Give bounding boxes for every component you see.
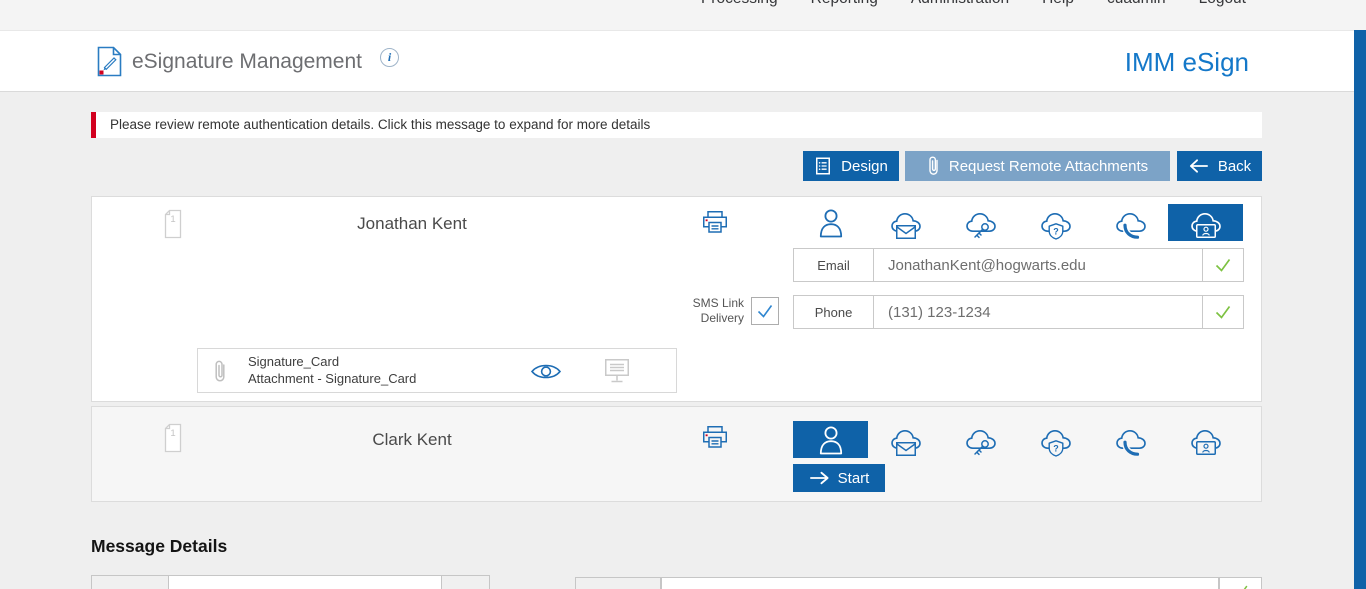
message-field-label-box (575, 577, 661, 589)
email-value-field[interactable]: JonathanKent@hogwarts.edu (874, 249, 1202, 281)
phone-label: Phone (794, 296, 874, 328)
nav-menu: Processing Reporting Administration Help… (701, 0, 1246, 8)
nav-item-logout[interactable]: Logout (1199, 0, 1246, 8)
green-check-icon (1232, 582, 1250, 589)
green-check-icon (1213, 302, 1233, 322)
message-details-heading: Message Details (91, 536, 227, 557)
brand-logo: IMM eSign (1125, 31, 1249, 93)
nav-item-help[interactable]: Help (1042, 0, 1074, 8)
signer-name: Jonathan Kent (252, 214, 572, 234)
method-cloud-security-question-icon[interactable]: ? (1018, 421, 1093, 458)
sms-link-delivery-label: SMS Link Delivery (674, 296, 744, 326)
message-field-input[interactable] (661, 577, 1219, 589)
method-cloud-phone-icon[interactable] (1093, 204, 1168, 241)
svg-text:1: 1 (170, 428, 175, 439)
signing-method-selector: ? (793, 421, 1243, 458)
paperclip-icon (927, 154, 940, 178)
signer-card-jonathan-kent: 1 Jonathan Kent (91, 196, 1262, 402)
svg-text:?: ? (1053, 226, 1059, 236)
method-in-person-icon[interactable] (793, 204, 868, 241)
message-field-addon[interactable] (441, 575, 490, 589)
method-cloud-email-icon[interactable] (868, 421, 943, 458)
info-icon[interactable]: i (380, 48, 399, 67)
preview-eye-icon[interactable] (530, 361, 562, 382)
design-document-icon (814, 156, 832, 176)
design-button[interactable]: Design (803, 151, 899, 181)
signer-card-clark-kent: 1 Clark Kent (91, 406, 1262, 502)
back-button[interactable]: Back (1177, 151, 1262, 181)
signing-method-selector: ? (793, 204, 1243, 241)
email-valid-check (1202, 248, 1244, 282)
nav-item-reporting[interactable]: Reporting (811, 0, 878, 8)
svg-text:1: 1 (170, 214, 175, 225)
method-remote-id-verification-icon[interactable] (1168, 204, 1243, 241)
print-icon[interactable] (700, 424, 730, 454)
method-cloud-key-icon[interactable] (943, 204, 1018, 241)
message-field-label-box (91, 575, 169, 589)
back-arrow-icon (1188, 158, 1209, 174)
green-check-icon (1213, 255, 1233, 275)
start-arrow-icon (809, 471, 830, 485)
esignature-document-icon (95, 45, 124, 78)
svg-text:?: ? (1053, 443, 1059, 453)
email-label: Email (794, 249, 874, 281)
method-remote-id-verification-icon[interactable] (1168, 421, 1243, 458)
start-button[interactable]: Start (793, 464, 885, 492)
phone-valid-check (1202, 295, 1244, 329)
signer-name: Clark Kent (252, 430, 572, 450)
message-field-valid-check (1219, 577, 1262, 589)
method-cloud-email-icon[interactable] (868, 204, 943, 241)
nav-item-user-cuadmin[interactable]: cuadmin (1107, 0, 1166, 8)
attachment-row-signature-card: Signature_Card Attachment - Signature_Ca… (197, 348, 677, 393)
attachment-title: Signature_Card (248, 354, 339, 369)
paperclip-icon (213, 358, 227, 385)
phone-value-field[interactable]: (131) 123-1234 (874, 296, 1202, 328)
top-navigation: Processing Reporting Administration Help… (0, 0, 1366, 30)
method-cloud-phone-icon[interactable] (1093, 421, 1168, 458)
scrollbar-thumb[interactable] (1354, 30, 1366, 589)
print-icon[interactable] (700, 209, 730, 239)
attachment-subtitle: Attachment - Signature_Card (248, 371, 416, 386)
phone-row: Phone (131) 123-1234 (793, 295, 1203, 329)
page-title: eSignature Management (132, 31, 362, 93)
message-field-input[interactable] (168, 575, 442, 589)
document-count-icon: 1 (161, 422, 185, 454)
display-on-monitor-icon[interactable] (602, 357, 632, 385)
page-header: eSignature Management i IMM eSign (0, 30, 1354, 92)
method-cloud-key-icon[interactable] (943, 421, 1018, 458)
method-in-person-icon[interactable] (793, 421, 868, 458)
esign-page: Processing Reporting Administration Help… (0, 0, 1366, 589)
nav-item-processing[interactable]: Processing (701, 0, 778, 8)
email-row: Email JonathanKent@hogwarts.edu (793, 248, 1203, 282)
method-cloud-security-question-icon[interactable]: ? (1018, 204, 1093, 241)
alert-banner[interactable]: Please review remote authentication deta… (91, 112, 1262, 138)
nav-item-administration[interactable]: Administration (911, 0, 1009, 8)
document-count-icon: 1 (161, 208, 185, 240)
request-remote-attachments-button[interactable]: Request Remote Attachments (905, 151, 1170, 181)
blue-check-icon (755, 301, 775, 321)
alert-message: Please review remote authentication deta… (110, 117, 650, 132)
sms-link-delivery-checkbox[interactable] (751, 297, 779, 325)
